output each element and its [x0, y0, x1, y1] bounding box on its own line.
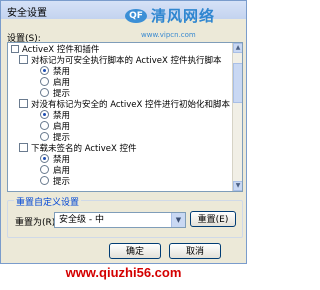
- radio-icon: [40, 110, 49, 119]
- scroll-down-icon[interactable]: ▼: [233, 181, 242, 191]
- watermark-logo-icon: QF: [125, 8, 147, 23]
- security-level-value: 安全级 - 中: [59, 215, 104, 225]
- tree-item-script-safe: 对标记为可安全执行脚本的 ActiveX 控件执行脚本: [19, 55, 222, 67]
- setting-checkbox-icon: [19, 143, 28, 152]
- radio-item-0-prompt[interactable]: 提示: [40, 88, 71, 100]
- tree-item-label: 对标记为可安全执行脚本的 ActiveX 控件执行脚本: [31, 56, 222, 66]
- tree-item-init-unsafe: 对没有标记为安全的 ActiveX 控件进行初始化和脚本: [19, 99, 231, 111]
- radio-label: 禁用: [53, 67, 71, 77]
- title-bar[interactable]: 安全设置 QF 清风网络: [1, 1, 246, 25]
- radio-label: 禁用: [53, 111, 71, 121]
- radio-item-1-prompt[interactable]: 提示: [40, 132, 71, 144]
- watermark-name: 清风网络: [151, 7, 216, 25]
- radio-label: 启用: [53, 122, 71, 132]
- radio-label: 提示: [53, 177, 71, 187]
- security-level-select[interactable]: 安全级 - 中 ▼: [54, 212, 186, 228]
- radio-icon: [40, 176, 49, 185]
- radio-item-2-prompt[interactable]: 提示: [40, 176, 71, 188]
- window-title: 安全设置: [7, 8, 47, 19]
- cancel-button[interactable]: 取消: [169, 243, 221, 259]
- settings-tree: ActiveX 控件和插件 对标记为可安全执行脚本的 ActiveX 控件执行脚…: [8, 43, 232, 191]
- scroll-thumb[interactable]: [233, 63, 242, 103]
- radio-label: 启用: [53, 78, 71, 88]
- vertical-scrollbar[interactable]: ▲ ▼: [232, 43, 242, 191]
- radio-icon: [40, 165, 49, 174]
- setting-checkbox-icon: [19, 99, 28, 108]
- tree-item-label: 对没有标记为安全的 ActiveX 控件进行初始化和脚本: [31, 100, 231, 110]
- reset-custom-settings-group: 重置自定义设置 重置为(R): 安全级 - 中 ▼ 重置(E): [7, 195, 243, 238]
- radio-label: 禁用: [53, 155, 71, 165]
- settings-listbox[interactable]: ActiveX 控件和插件 对标记为可安全执行脚本的 ActiveX 控件执行脚…: [7, 42, 243, 192]
- security-settings-dialog: 安全设置 QF 清风网络 www.vipcn.com 设置(S): Active…: [0, 0, 247, 264]
- scroll-up-icon[interactable]: ▲: [233, 43, 242, 53]
- group-title: 重置自定义设置: [14, 195, 82, 208]
- chevron-down-icon[interactable]: ▼: [171, 213, 185, 227]
- radio-label: 启用: [53, 166, 71, 176]
- radio-icon: [40, 88, 49, 97]
- reset-button[interactable]: 重置(E): [190, 211, 236, 227]
- radio-icon: [40, 66, 49, 75]
- watermark-logo: QF 清风网络: [125, 5, 215, 26]
- radio-label: 提示: [53, 89, 71, 99]
- tree-item-label: 下载未签名的 ActiveX 控件: [31, 144, 137, 154]
- tree-group-label: ActiveX 控件和插件: [22, 45, 100, 55]
- radio-icon: [40, 121, 49, 130]
- radio-icon: [40, 154, 49, 163]
- group-checkbox-icon: [11, 44, 19, 53]
- tree-item-download-unsigned: 下载未签名的 ActiveX 控件: [19, 143, 137, 155]
- reset-to-label: 重置为(R):: [15, 218, 59, 228]
- radio-icon: [40, 132, 49, 141]
- watermark-url: www.vipcn.com: [141, 31, 196, 39]
- ok-button[interactable]: 确定: [109, 243, 161, 259]
- radio-label: 提示: [53, 133, 71, 143]
- footer-watermark-url: www.qiuzhi56.com: [65, 265, 182, 280]
- setting-checkbox-icon: [19, 55, 28, 64]
- radio-icon: [40, 77, 49, 86]
